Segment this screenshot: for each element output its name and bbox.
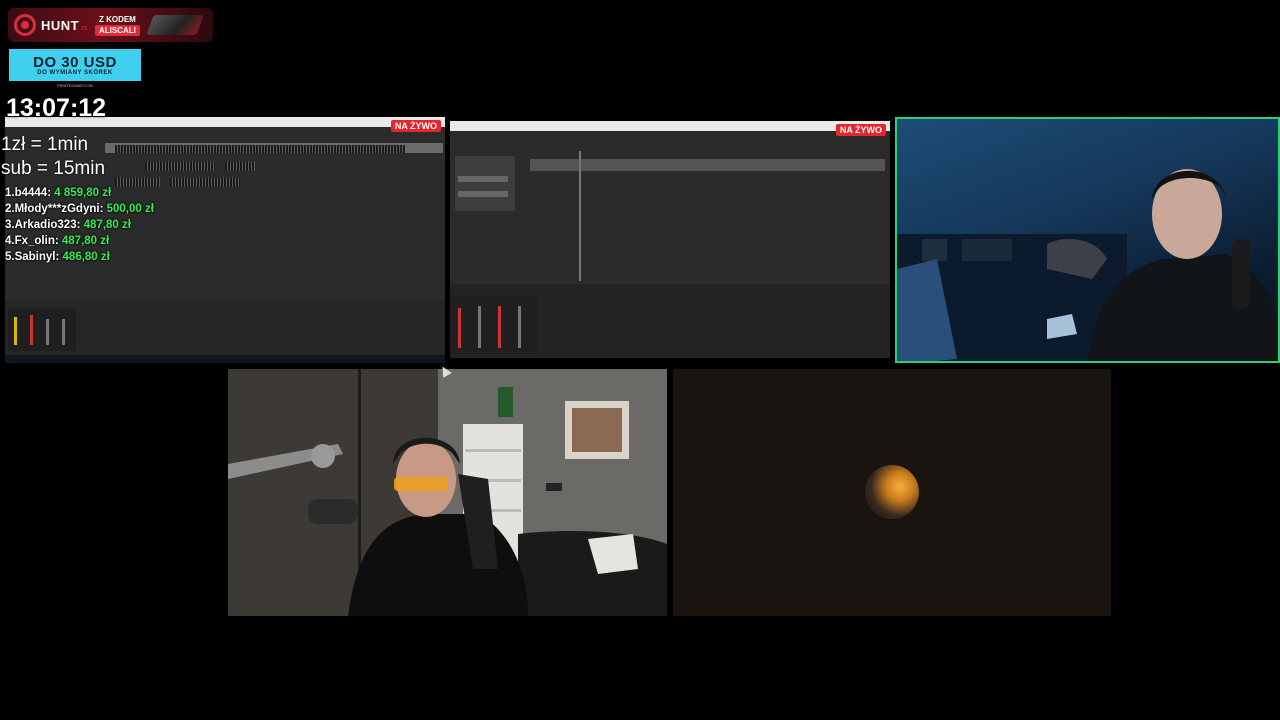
promo-code-value: ALISCALI: [94, 24, 140, 36]
usd-subline: DO WYMIANY SKÓREK: [37, 69, 113, 76]
rate-line-2: sub = 15min: [1, 158, 106, 179]
hunt-promo-banner[interactable]: HUNT rs Z KODEM ALISCALI: [8, 8, 213, 42]
live-badge-left: NA ŻYWO: [390, 120, 441, 132]
daw-track-row-1: [458, 176, 508, 182]
leader-amount: 487,80 zł: [83, 219, 131, 231]
leaderboard-row: 3.Arkadio323: 487,80 zł: [5, 219, 131, 231]
stream-timer: 13:07:12: [6, 94, 107, 122]
leader-amount: 487,80 zł: [61, 235, 110, 247]
daw-waveform-2: [145, 161, 215, 171]
daw-menu-bar-2: [450, 121, 890, 131]
webcam-bottom-left[interactable]: [228, 369, 667, 616]
daw-playhead: [579, 151, 581, 281]
daw-track-list: [455, 156, 515, 211]
participant-tile-avatar[interactable]: [673, 369, 1111, 616]
participant-avatar: [865, 465, 919, 519]
leader-name: Fx_olin:: [14, 235, 59, 247]
daw-waveform-4: [170, 177, 240, 187]
leader-name: Młody***zGdyni:: [14, 203, 104, 215]
usd-promo-banner[interactable]: DO 30 USD DO WYMIANY SKÓREK: [9, 49, 141, 81]
screen-share-middle[interactable]: NA ŻYWO: [450, 121, 890, 358]
leaderboard-row: 4.Fx_olin: 487,80 zł: [5, 235, 110, 247]
leaderboard-row: 1.b4444: 4 859,80 zł: [5, 187, 112, 199]
webcam-right-scene: [897, 169, 1278, 361]
daw-mixer-2: [452, 296, 538, 354]
donation-leaderboard: 1.b4444: 4 859,80 zł 2.Młody***zGdyni: 5…: [5, 185, 154, 265]
leaderboard-row: 2.Młody***zGdyni: 500,00 zł: [5, 203, 154, 215]
leader-amount: 4 859,80 zł: [54, 187, 112, 199]
leader-name: b4444:: [14, 187, 52, 199]
webcam-bottom-left-scene: [228, 369, 667, 616]
leader-name: Sabinyl:: [14, 251, 60, 263]
daw-track-row-2: [458, 191, 508, 197]
usd-site-label: PIRATESWAP.COM: [57, 83, 93, 88]
live-badge-middle: NA ŻYWO: [835, 124, 886, 136]
daw-waveform-3: [225, 161, 255, 171]
daw-mixer: [8, 309, 76, 351]
leader-amount: 486,80 zł: [62, 251, 110, 263]
leader-amount: 500,00 zł: [106, 203, 154, 215]
promo-code-box: Z KODEM ALISCALI: [94, 14, 140, 36]
weapon-skin-graphic: [146, 15, 204, 35]
promo-brand: HUNT: [41, 17, 80, 33]
rate-line-1: 1zł = 1min: [1, 134, 89, 155]
windows-taskbar: [5, 355, 445, 363]
leader-name: Arkadio323:: [14, 219, 81, 231]
leaderboard-row: 5.Sabinyl: 486,80 zł: [5, 251, 110, 263]
webcam-right-active[interactable]: [895, 117, 1280, 363]
daw-arrange-row: [530, 159, 885, 171]
promo-code-label: Z KODEM: [98, 14, 136, 24]
hunt-logo-icon: [14, 14, 36, 36]
daw-waveform-1: [115, 145, 405, 153]
usd-headline: DO 30 USD: [33, 53, 117, 71]
promo-brand-suffix: rs: [81, 24, 87, 32]
